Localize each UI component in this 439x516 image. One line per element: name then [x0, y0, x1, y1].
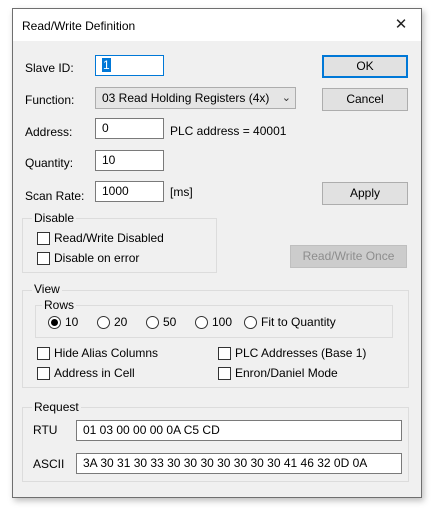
read-write-once-button[interactable]: Read/Write Once: [290, 245, 407, 268]
scan-rate-label: Scan Rate:: [25, 189, 85, 203]
close-icon[interactable]: ✕: [381, 9, 421, 41]
quantity-label: Quantity:: [25, 156, 74, 170]
read-write-definition-dialog: Read/Write Definition ✕ Slave ID: 1 OK F…: [12, 8, 422, 498]
rtu-label: RTU: [33, 423, 58, 437]
ascii-label: ASCII: [33, 457, 65, 471]
rows-radio-100[interactable]: [195, 316, 208, 329]
hide-alias-columns-label: Hide Alias Columns: [54, 346, 159, 360]
request-group-title: Request: [32, 400, 81, 414]
rows-radio-10[interactable]: [48, 316, 61, 329]
rows-option-100-label: 100: [212, 315, 233, 329]
rows-option-20-label: 20: [114, 315, 128, 329]
ascii-request-field[interactable]: 3A 30 31 30 33 30 30 30 30 30 30 30 41 4…: [76, 453, 402, 474]
rtu-request-field[interactable]: 01 03 00 00 00 0A C5 CD: [76, 420, 402, 441]
slave-id-label: Slave ID:: [25, 61, 74, 75]
cancel-button[interactable]: Cancel: [322, 88, 408, 111]
address-in-cell-label: Address in Cell: [54, 366, 135, 380]
enron-daniel-mode-checkbox[interactable]: [218, 367, 231, 380]
disable-on-error-checkbox[interactable]: [37, 252, 50, 265]
function-value: 03 Read Holding Registers (4x): [102, 91, 270, 105]
disable-group-title: Disable: [32, 211, 77, 225]
rows-group-title: Rows: [42, 298, 77, 312]
rows-radio-50[interactable]: [146, 316, 159, 329]
rows-option-10-label: 10: [65, 315, 79, 329]
scan-rate-unit: [ms]: [170, 185, 193, 199]
rows-radio-20[interactable]: [97, 316, 110, 329]
read-write-disabled-checkbox[interactable]: [37, 232, 50, 245]
slave-id-input[interactable]: 1: [95, 55, 164, 76]
address-in-cell-checkbox[interactable]: [37, 367, 50, 380]
function-label: Function:: [25, 93, 75, 107]
plc-address-text: PLC address = 40001: [170, 124, 287, 138]
quantity-input[interactable]: 10: [95, 150, 164, 171]
read-write-disabled-label: Read/Write Disabled: [54, 231, 164, 245]
disable-on-error-label: Disable on error: [54, 251, 140, 265]
view-group-title: View: [32, 282, 62, 296]
title-bar: Read/Write Definition ✕: [13, 9, 421, 41]
hide-alias-columns-checkbox[interactable]: [37, 347, 50, 360]
plc-addresses-base1-checkbox[interactable]: [218, 347, 231, 360]
function-select[interactable]: 03 Read Holding Registers (4x) ⌄: [95, 87, 296, 109]
ok-button[interactable]: OK: [322, 55, 408, 78]
chevron-down-icon: ⌄: [281, 92, 291, 104]
slave-id-value: 1: [102, 58, 111, 72]
rows-radio-fit-to-quantity[interactable]: [244, 316, 257, 329]
scan-rate-input[interactable]: 1000: [95, 181, 164, 202]
address-label: Address:: [25, 125, 73, 139]
enron-daniel-mode-label: Enron/Daniel Mode: [235, 366, 338, 380]
apply-button[interactable]: Apply: [322, 182, 408, 205]
plc-addresses-base1-label: PLC Addresses (Base 1): [235, 346, 367, 360]
dialog-title: Read/Write Definition: [22, 19, 136, 33]
rows-option-fit-label: Fit to Quantity: [261, 315, 336, 329]
rows-option-50-label: 50: [163, 315, 177, 329]
address-input[interactable]: 0: [95, 118, 164, 139]
